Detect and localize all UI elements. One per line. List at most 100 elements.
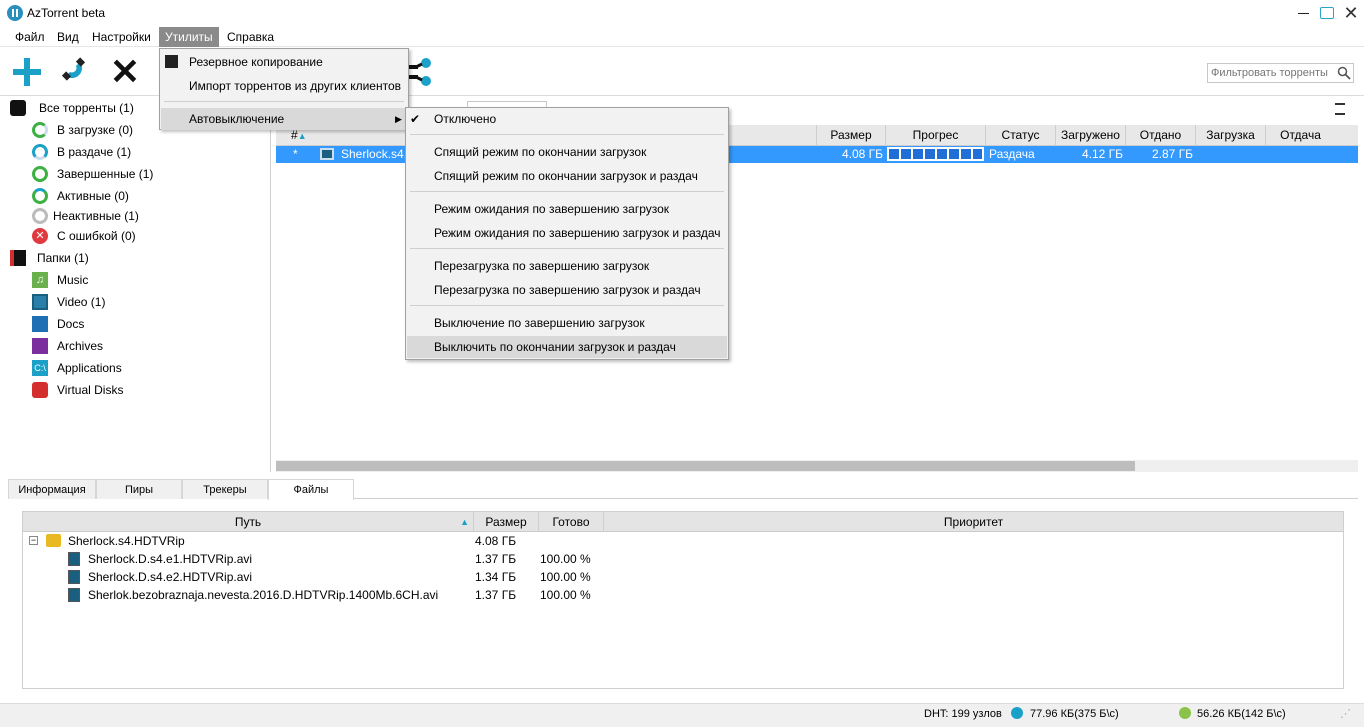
sidebar-item-label: Virtual Disks [57,383,124,397]
scrollbar-thumb[interactable] [276,461,1135,471]
files-header: Путь ▲ Размер Готово Приоритет [23,512,1343,532]
file-size: 1.37 ГБ [475,552,517,566]
col-progress[interactable]: Прогрес [885,125,985,146]
status-bar [0,703,1364,727]
menu-item-shutdown-dl[interactable]: Выключение по завершению загрузок [407,312,727,334]
row-size: 4.08 ГБ [841,147,883,161]
col-uploaded[interactable]: Отдано [1125,125,1195,146]
tab-peers[interactable]: Пиры [96,479,182,499]
file-name: Sherlok.bezobraznaja.nevesta.2016.D.HDTV… [88,588,439,602]
upload-icon [32,144,48,160]
minimize-button[interactable] [1290,0,1316,26]
menu-item-standby-dl[interactable]: Режим ожидания по завершению загрузок [407,198,727,220]
menu-item-label: Режим ожидания по завершению загрузок и … [434,226,721,240]
col-downloaded[interactable]: Загружено [1055,125,1125,146]
menu-item-label: Резервное копирование [189,55,323,69]
tab-files[interactable]: Файлы [268,479,354,500]
save-icon [165,55,178,68]
col-path[interactable]: Путь ▲ [23,512,473,532]
download-speed-icon [1011,707,1023,719]
download-icon [32,122,48,138]
music-icon: ♫ [32,272,48,288]
menu-item-sleep-dl-seed[interactable]: Спящий режим по окончании загрузок и раз… [407,165,727,187]
menu-item-standby-dl-seed[interactable]: Режим ожидания по завершению загрузок и … [407,222,727,244]
inactive-icon [32,208,48,224]
columns-menu-icon[interactable] [1335,103,1345,115]
add-torrent-icon[interactable] [11,56,43,88]
menu-utilities[interactable]: Утилиты [159,27,219,47]
docs-icon [32,316,48,332]
file-name: Sherlock.D.s4.e2.HDTVRip.avi [88,570,253,584]
col-priority[interactable]: Приоритет [603,512,1343,532]
close-button[interactable]: ✕ [1338,0,1364,26]
remove-torrent-icon[interactable]: ✕ [109,54,141,90]
folder-name: Sherlock.s4.HDTVRip [68,534,185,548]
collapse-icon[interactable]: − [29,536,38,545]
submenu-arrow-icon: ▶ [395,114,402,124]
row-status: Раздача [989,147,1035,161]
menu-item-label: Импорт торрентов из других клиентов [189,79,402,93]
col-done[interactable]: Готово [538,512,603,532]
col-path-label: Путь [234,515,262,529]
sidebar-item-label: Завершенные (1) [57,167,154,181]
folder-icon [46,534,61,547]
row-num: * [293,147,298,161]
col-size[interactable]: Размер [816,125,885,146]
col-down-speed[interactable]: Загрузка [1195,125,1265,146]
video-file-icon [320,148,334,160]
search-input[interactable] [1207,63,1354,83]
col-file-size[interactable]: Размер [473,512,538,532]
menu-help[interactable]: Справка [221,27,280,47]
dht-status: DHT: 199 узлов [924,708,1002,720]
menu-item-shutdown-dl-seed[interactable]: Выключить по окончании загрузок и раздач [407,336,727,358]
sidebar-item-label: Папки (1) [37,251,89,265]
active-icon [32,188,48,204]
upload-speed: 56.26 КБ(142 Б\с) [1197,708,1286,720]
menu-item-label: Выключение по завершению загрузок [434,316,645,330]
autoshutdown-menu: ✔ Отключено Спящий режим по окончании за… [405,107,729,360]
app-logo-icon [7,5,23,21]
menu-item-sleep-dl[interactable]: Спящий режим по окончании загрузок [407,141,727,163]
menu-item-off[interactable]: ✔ Отключено [407,108,727,130]
menu-item-autoshutdown[interactable]: Автовыключение ▶ [161,108,407,130]
menu-item-reboot-dl[interactable]: Перезагрузка по завершению загрузок [407,255,727,277]
file-done: 100.00 % [540,588,591,602]
sidebar-item-label: Все торренты (1) [39,101,134,115]
menu-item-backup[interactable]: Резервное копирование [161,51,407,73]
tab-info[interactable]: Информация [8,479,96,499]
file-name: Sherlock.D.s4.e1.HDTVRip.avi [88,552,253,566]
disk-icon [32,382,48,398]
sort-asc-icon: ▲ [460,517,469,527]
menu-item-label: Спящий режим по окончании загрузок и раз… [434,169,698,183]
magnet-link-icon[interactable] [60,56,92,88]
category-sidebar: Все торренты (1) В загрузке (0) В раздач… [8,97,271,472]
title-bar [0,0,1364,26]
menu-item-label: Перезагрузка по завершению загрузок и ра… [434,283,701,297]
row-uploaded: 2.87 ГБ [1151,147,1193,161]
sidebar-item-label: Applications [57,361,122,375]
menu-settings[interactable]: Настройки [86,27,157,47]
tab-trackers[interactable]: Трекеры [182,479,268,499]
resize-grip-icon[interactable]: ⋰ [1340,706,1351,722]
search-icon[interactable] [1337,66,1351,80]
archives-icon [32,338,48,354]
video-file-icon [68,570,80,584]
applications-icon: C:\ [32,360,48,376]
row-downloaded: 4.12 ГБ [1081,147,1123,161]
all-torrents-icon [10,100,26,116]
sidebar-item-label: В загрузке (0) [57,123,133,137]
menu-file[interactable]: Файл [9,27,51,47]
sidebar-item-label: Неактивные (1) [53,209,139,223]
sidebar-item-label: Активные (0) [57,189,129,203]
menu-view[interactable]: Вид [51,27,85,47]
restore-button[interactable] [1314,0,1340,26]
menu-item-reboot-dl-seed[interactable]: Перезагрузка по завершению загрузок и ра… [407,279,727,301]
col-status[interactable]: Статус [985,125,1055,146]
menu-separator [410,191,724,192]
row-progress-bar [887,147,984,161]
folder-size: 4.08 ГБ [475,534,517,548]
folders-icon [10,250,26,266]
col-up-speed[interactable]: Отдача [1265,125,1335,146]
menu-item-import[interactable]: Импорт торрентов из других клиентов [161,75,407,97]
video-file-icon [68,552,80,566]
